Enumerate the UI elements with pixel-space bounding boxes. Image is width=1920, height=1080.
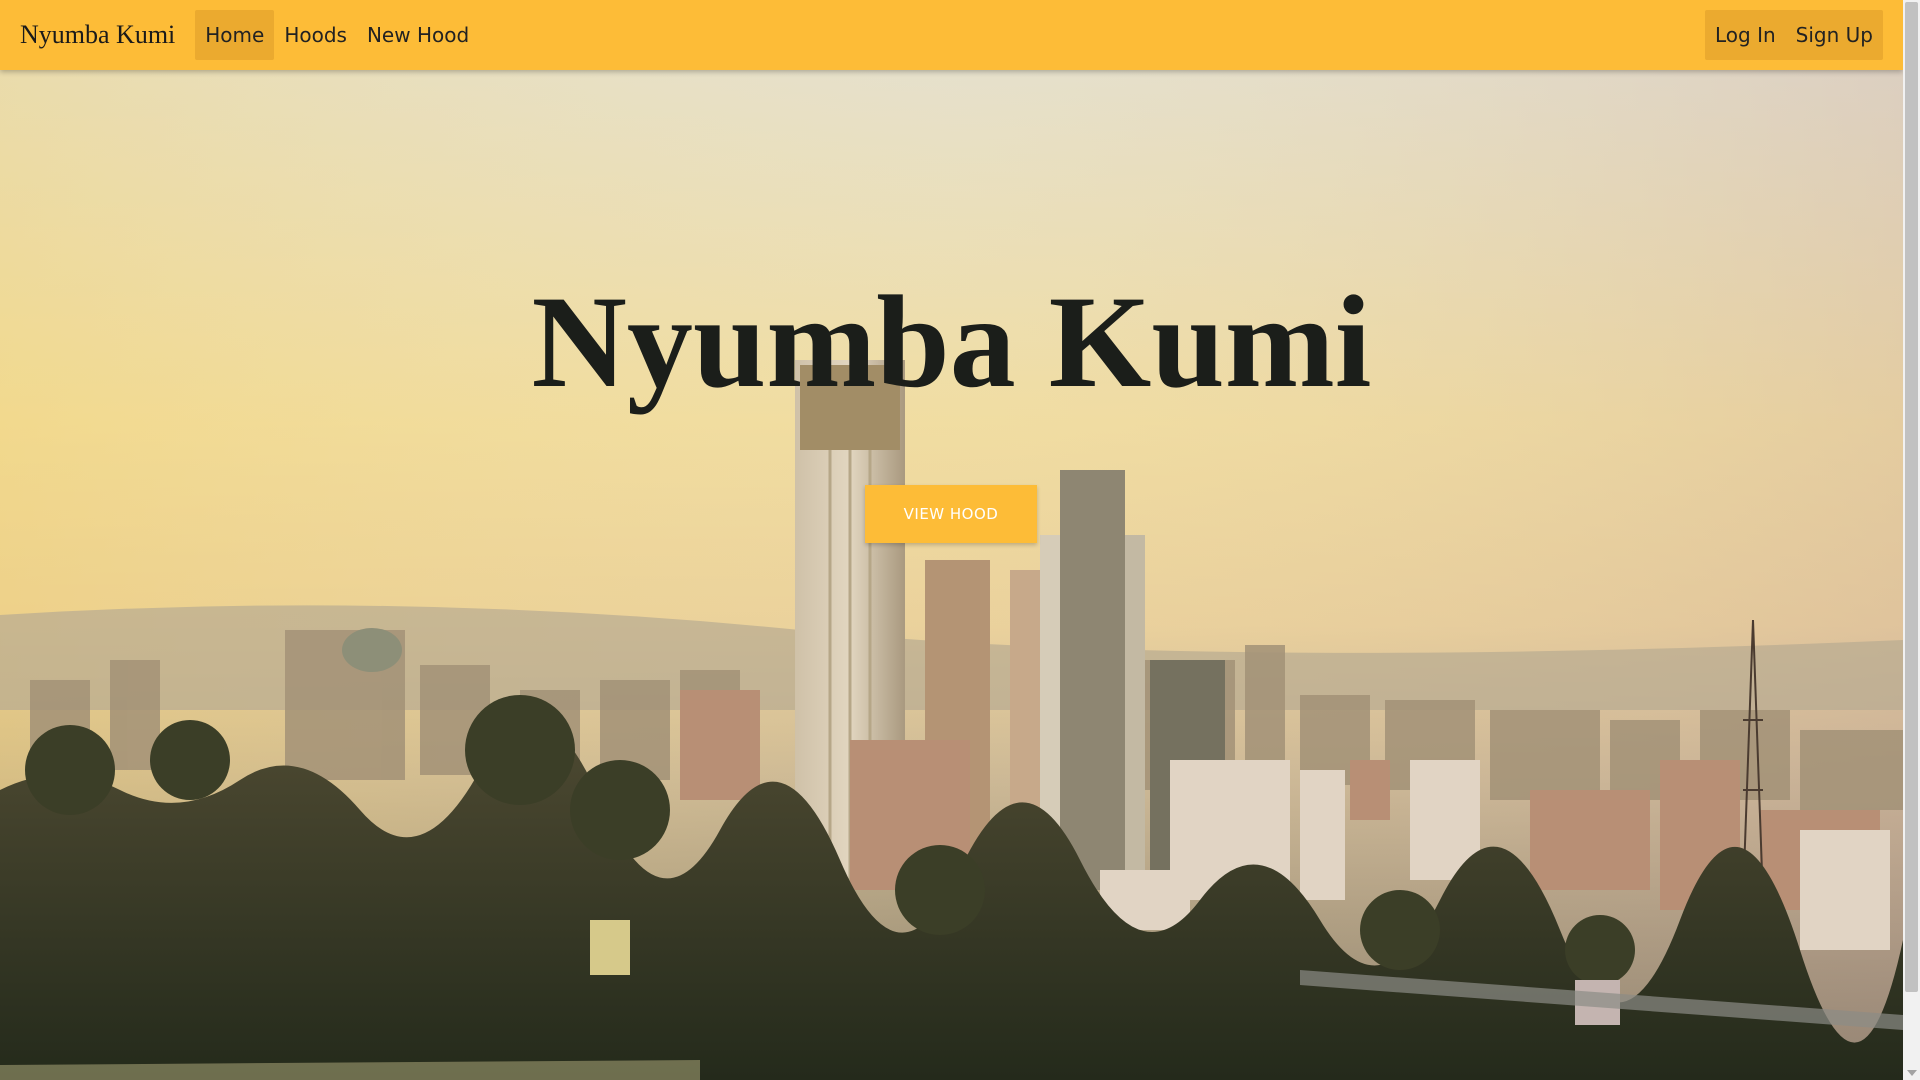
brand-logo[interactable]: Nyumba Kumi xyxy=(20,20,175,50)
city-skyline-background xyxy=(0,70,1903,1080)
signup-link[interactable]: Sign Up xyxy=(1786,10,1883,60)
hero-title: Nyumba Kumi xyxy=(531,268,1372,415)
auth-links: Log In Sign Up xyxy=(1705,10,1883,60)
navbar: Nyumba Kumi Home Hoods New Hood Log In S… xyxy=(0,0,1903,70)
nav-link-home[interactable]: Home xyxy=(195,10,275,60)
scrollbar-thumb[interactable] xyxy=(1905,2,1918,992)
login-link[interactable]: Log In xyxy=(1705,10,1786,60)
nav-link-hoods[interactable]: Hoods xyxy=(274,10,357,60)
hero-section: Nyumba Kumi VIEW HOOD xyxy=(0,70,1903,1080)
page-scrollbar[interactable] xyxy=(1903,0,1920,1080)
nav-link-new-hood[interactable]: New Hood xyxy=(357,10,479,60)
scroll-down-arrow-icon[interactable] xyxy=(1907,1070,1917,1076)
page-viewport: Nyumba Kumi Home Hoods New Hood Log In S… xyxy=(0,0,1903,1080)
view-hood-button[interactable]: VIEW HOOD xyxy=(865,485,1037,543)
nav-links: Home Hoods New Hood xyxy=(195,0,479,70)
